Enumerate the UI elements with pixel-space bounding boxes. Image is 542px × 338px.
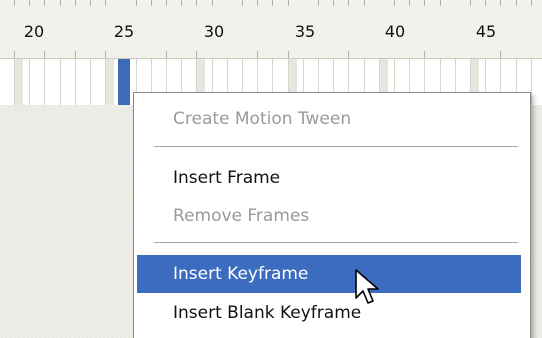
menu-item-insert-blank-keyframe[interactable]: Insert Blank Keyframe: [137, 294, 521, 332]
ruler-tick: [136, 0, 137, 6]
frame-divider: [105, 59, 106, 105]
frame-divider: [60, 59, 61, 105]
frame-divider: [44, 59, 45, 105]
selected-frame[interactable]: [118, 59, 130, 105]
frame-divider: [75, 59, 76, 105]
ruler-tick: [90, 0, 91, 6]
ruler-tick: [364, 0, 365, 6]
ruler-tick: [516, 0, 517, 6]
ruler-tick: [257, 51, 258, 58]
ruler-label: 25: [113, 22, 135, 41]
frame-divider: [531, 59, 532, 105]
ruler-tick: [166, 0, 167, 6]
ruler-tick: [75, 51, 76, 58]
ruler-tick: [394, 0, 395, 6]
ruler-tick: [14, 0, 15, 6]
ruler-tick: [348, 51, 349, 58]
frame-divider: [14, 59, 15, 105]
ruler-tick: [257, 0, 258, 6]
menu-item-insert-keyframe[interactable]: Insert Keyframe: [137, 255, 521, 293]
ruler-tick: [348, 0, 349, 6]
ruler-tick: [44, 0, 45, 6]
timeline-panel: 20 25 30 35 40 45 Create Motion Tween In…: [0, 0, 542, 338]
ruler-tick: [151, 0, 152, 6]
menu-item-create-motion-tween[interactable]: Create Motion Tween: [137, 100, 521, 138]
ruler-tick: [531, 0, 532, 6]
ruler-tick: [409, 0, 410, 6]
ruler-tick: [440, 0, 441, 6]
ruler-tick: [29, 0, 30, 6]
menu-separator: [154, 146, 518, 147]
ruler-tick: [105, 0, 106, 6]
ruler-tick: [272, 0, 273, 6]
ruler-tick: [196, 51, 197, 58]
ruler-label: 40: [384, 22, 406, 41]
frame-divider: [90, 59, 91, 105]
frame-group-shade: [105, 59, 114, 105]
context-menu: Create Motion Tween Insert Frame Remove …: [133, 92, 531, 338]
ruler-tick: [485, 0, 486, 6]
ruler-tick: [196, 0, 197, 6]
frame-ruler[interactable]: 20 25 30 35 40 45: [0, 0, 542, 59]
arrow-pointer-icon: [355, 269, 379, 304]
ruler-tick: [318, 0, 319, 6]
frame-divider: [29, 59, 30, 105]
menu-separator: [154, 242, 518, 243]
ruler-tick: [333, 0, 334, 6]
ruler-tick: [500, 51, 501, 58]
ruler-label: 30: [203, 22, 225, 41]
ruler-tick: [288, 0, 289, 6]
ruler-tick: [424, 0, 425, 6]
ruler-tick: [424, 51, 425, 58]
ruler-tick: [288, 51, 289, 58]
menu-item-remove-frames[interactable]: Remove Frames: [137, 197, 521, 235]
ruler-tick: [166, 51, 167, 58]
frame-group-shade: [14, 59, 23, 105]
ruler-label: 35: [294, 22, 316, 41]
ruler-tick: [105, 51, 106, 58]
ruler-tick: [14, 51, 15, 58]
ruler-tick: [44, 51, 45, 58]
ruler-label: 45: [475, 22, 497, 41]
ruler-tick: [60, 0, 61, 6]
ruler-tick: [500, 0, 501, 6]
ruler-tick: [470, 0, 471, 6]
ruler-tick: [242, 0, 243, 6]
ruler-tick: [181, 0, 182, 6]
ruler-tick: [212, 0, 213, 6]
ruler-label: 20: [23, 22, 45, 41]
menu-item-insert-frame[interactable]: Insert Frame: [137, 159, 521, 197]
ruler-tick: [75, 0, 76, 6]
